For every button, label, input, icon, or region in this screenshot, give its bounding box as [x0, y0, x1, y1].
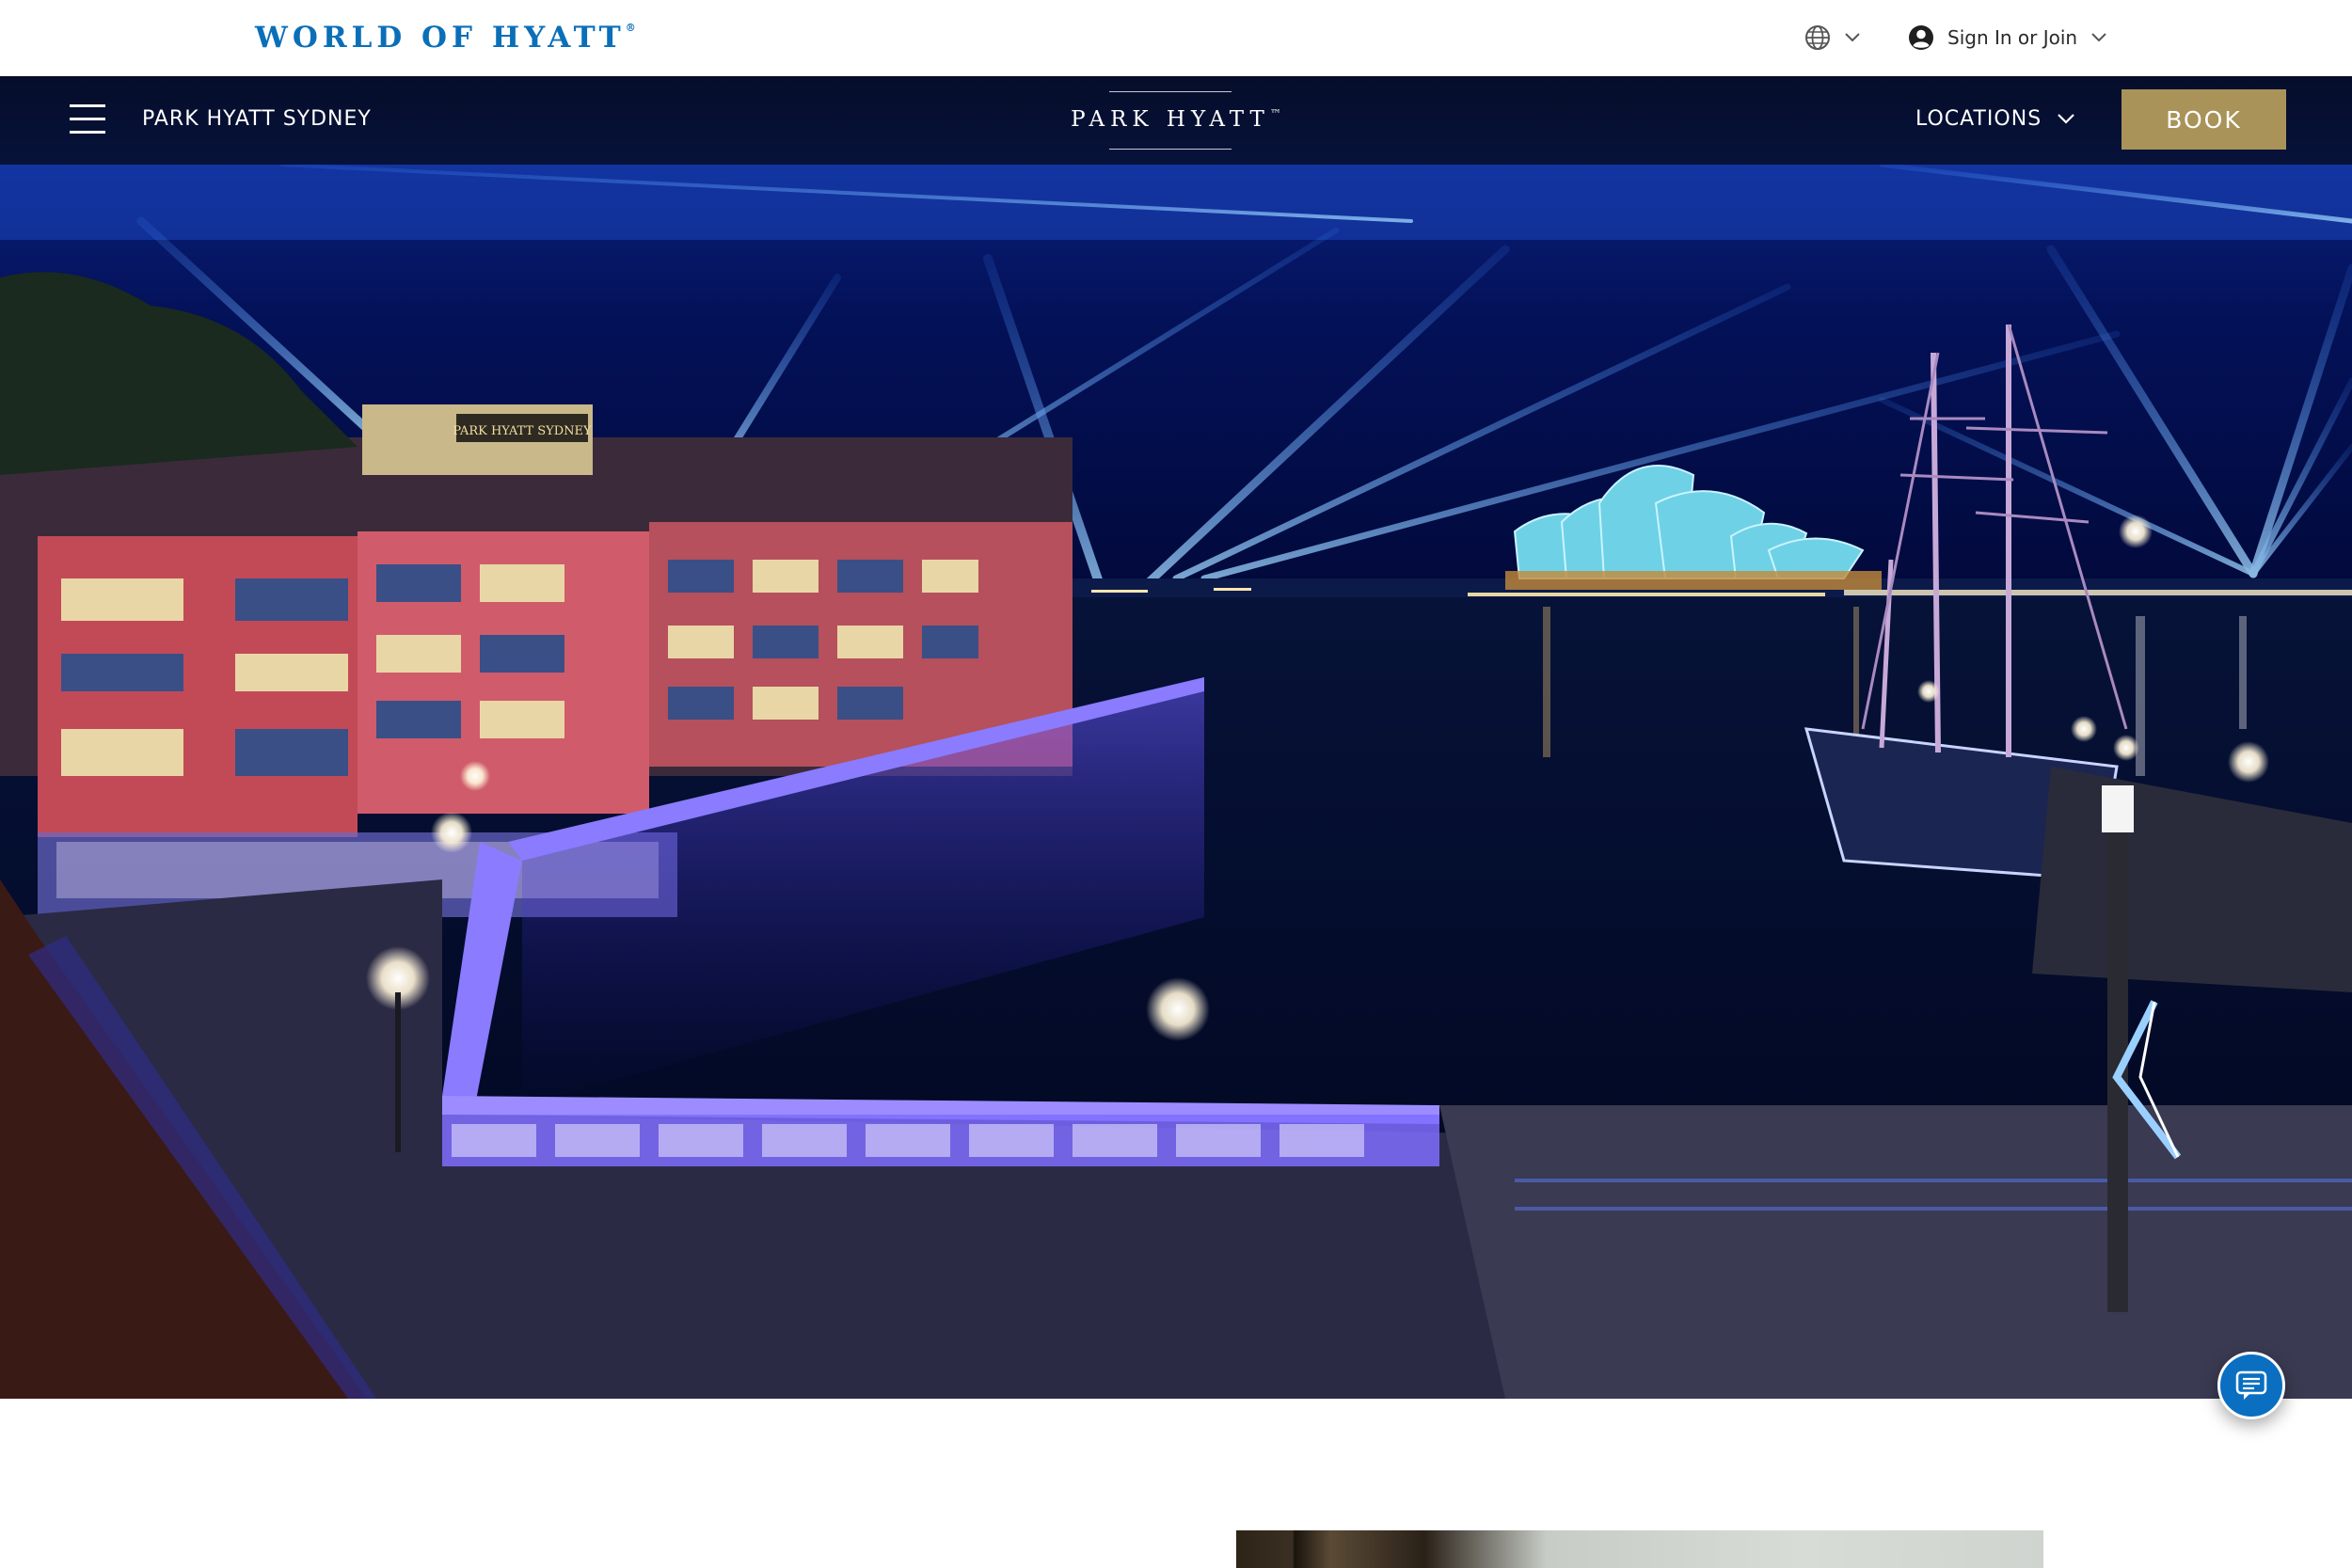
park-hyatt-logo[interactable]: PARK HYATT™ — [1063, 90, 1289, 150]
svg-text:PARK HYATT SYDNEY: PARK HYATT SYDNEY — [453, 424, 592, 438]
property-nav: PARK HYATT SYDNEY PARK HYATT™ LOCATIONS … — [0, 76, 2352, 165]
chat-bubble-icon — [2235, 1370, 2267, 1400]
logo-rule-top — [1109, 91, 1232, 92]
chevron-down-icon — [1845, 33, 1860, 42]
hamburger-menu-icon[interactable] — [70, 102, 105, 137]
locations-dropdown[interactable]: LOCATIONS — [1915, 107, 2075, 131]
world-of-hyatt-logo-text: WORLD OF HYATT — [255, 21, 626, 55]
chevron-down-icon — [2058, 114, 2074, 124]
book-button[interactable]: BOOK — [2122, 89, 2286, 150]
property-name[interactable]: PARK HYATT SYDNEY — [142, 107, 372, 131]
park-hyatt-logo-text: PARK HYATT™ — [1071, 107, 1281, 132]
locations-label: LOCATIONS — [1915, 107, 2042, 131]
logo-rule-bottom — [1109, 149, 1232, 150]
registered-mark: ® — [625, 21, 636, 34]
hero-photo: PARK HYATT SYDNEY — [0, 165, 2352, 1399]
hero-image: PARK HYATT SYDNEY — [0, 165, 2352, 1399]
world-of-hyatt-logo[interactable]: WORLD OF HYATT® — [255, 21, 636, 55]
content-image — [1236, 1530, 2043, 1568]
sign-in-button[interactable]: Sign In or Join — [1908, 21, 2107, 55]
sign-in-label: Sign In or Join — [1947, 26, 2078, 49]
chevron-down-icon — [2091, 33, 2106, 42]
language-selector[interactable] — [1804, 21, 1861, 55]
globe-icon — [1805, 25, 1830, 50]
chat-button[interactable] — [2217, 1352, 2285, 1419]
utility-bar: WORLD OF HYATT® Sign In or Join — [0, 0, 2352, 76]
user-circle-icon — [1909, 25, 1933, 50]
